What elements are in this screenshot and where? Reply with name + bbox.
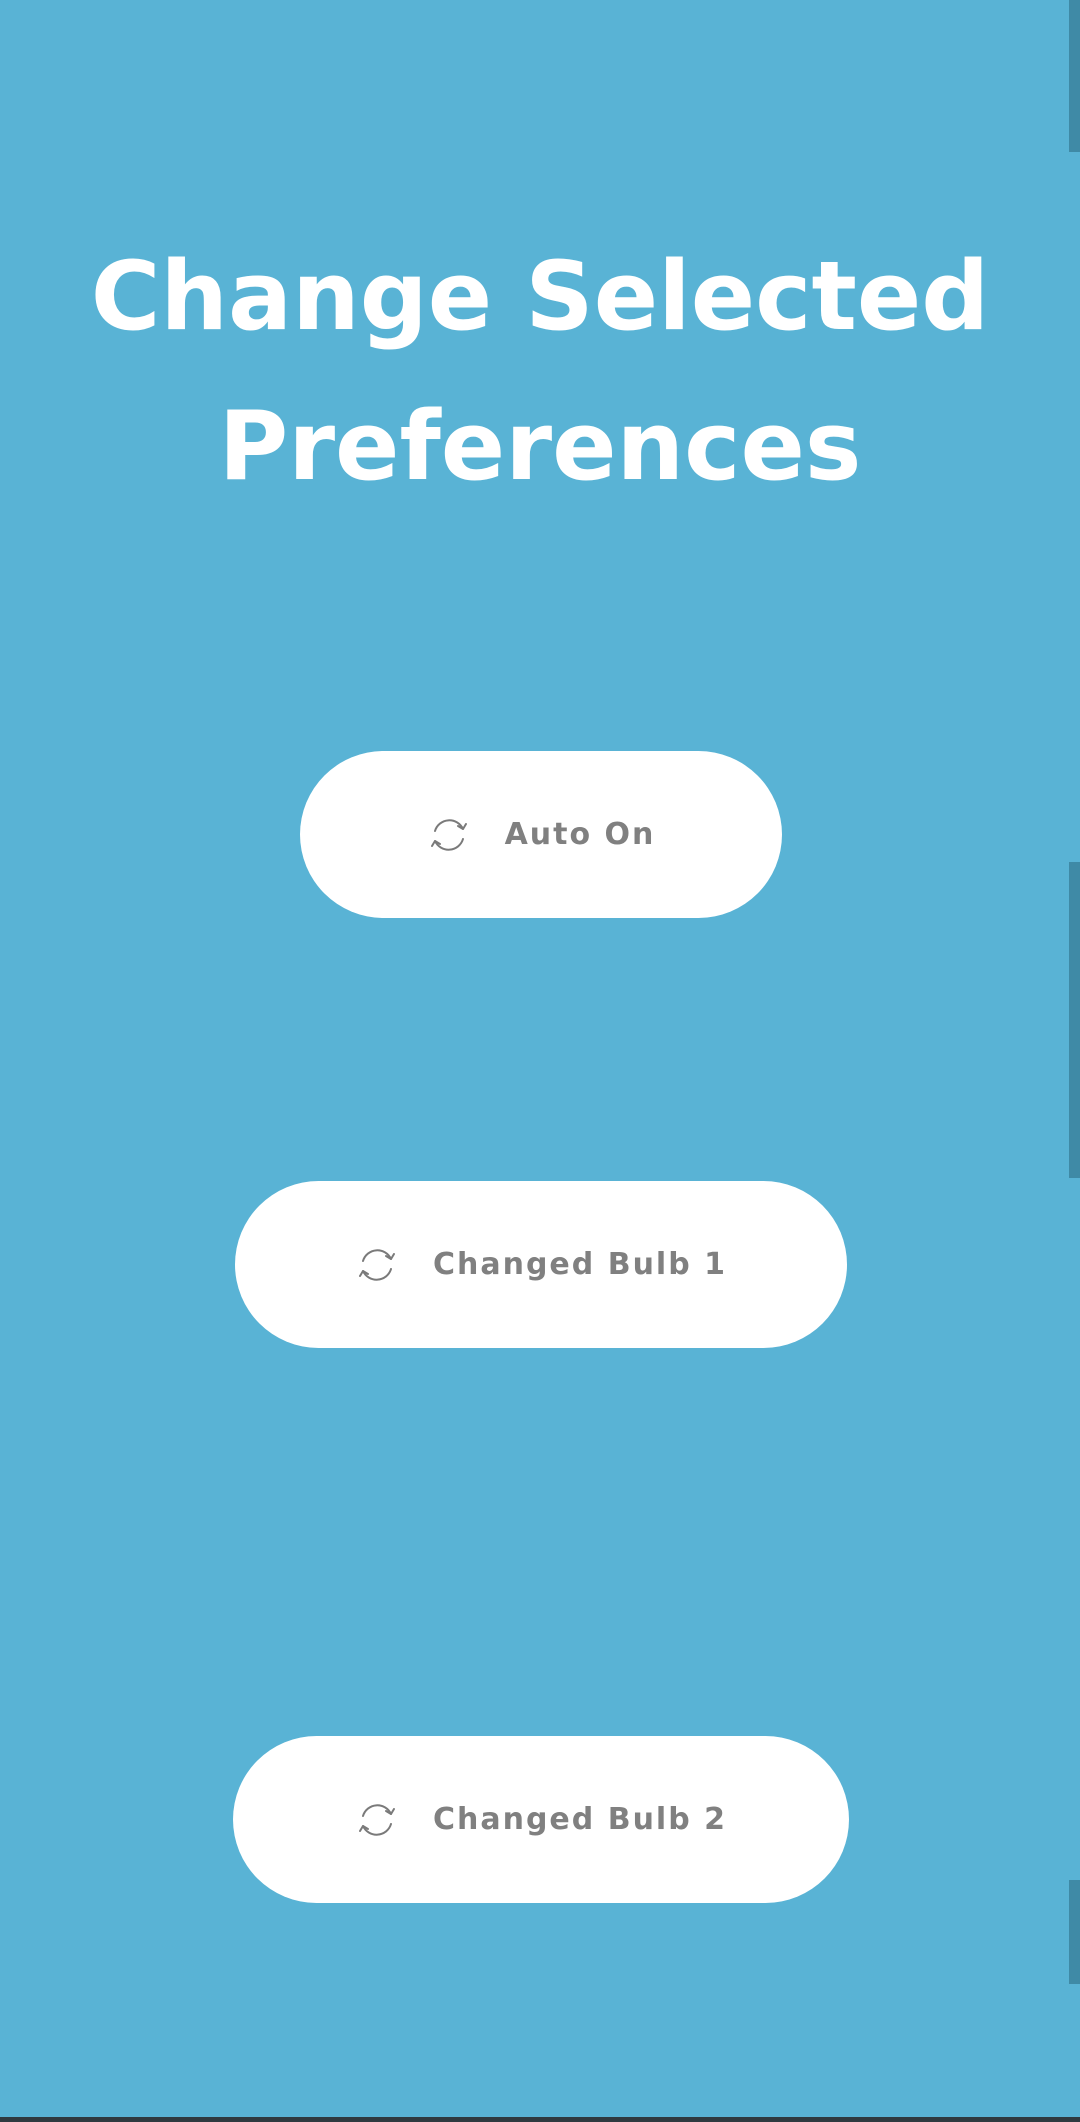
refresh-icon [427, 813, 471, 857]
edge-marker-bottom [1069, 1880, 1080, 1984]
page-title-line-2: Preferences [218, 392, 862, 502]
preferences-screen: Change Selected Preferences Auto On Chan… [0, 0, 1080, 2122]
auto-on-label: Auto On [504, 817, 656, 852]
page-title: Change Selected Preferences [40, 222, 1040, 522]
refresh-icon [355, 1798, 399, 1842]
changed-bulb-2-label: Changed Bulb 2 [432, 1802, 727, 1837]
changed-bulb-1-button[interactable]: Changed Bulb 1 [235, 1181, 847, 1348]
edge-marker-top [1069, 0, 1080, 152]
edge-marker-middle [1069, 862, 1080, 1178]
bottom-edge-bar [0, 2117, 1080, 2122]
refresh-icon [355, 1243, 399, 1287]
changed-bulb-1-label: Changed Bulb 1 [432, 1247, 727, 1282]
page-title-line-1: Change Selected [90, 242, 990, 352]
changed-bulb-2-button[interactable]: Changed Bulb 2 [233, 1736, 849, 1903]
auto-on-button[interactable]: Auto On [300, 751, 782, 918]
